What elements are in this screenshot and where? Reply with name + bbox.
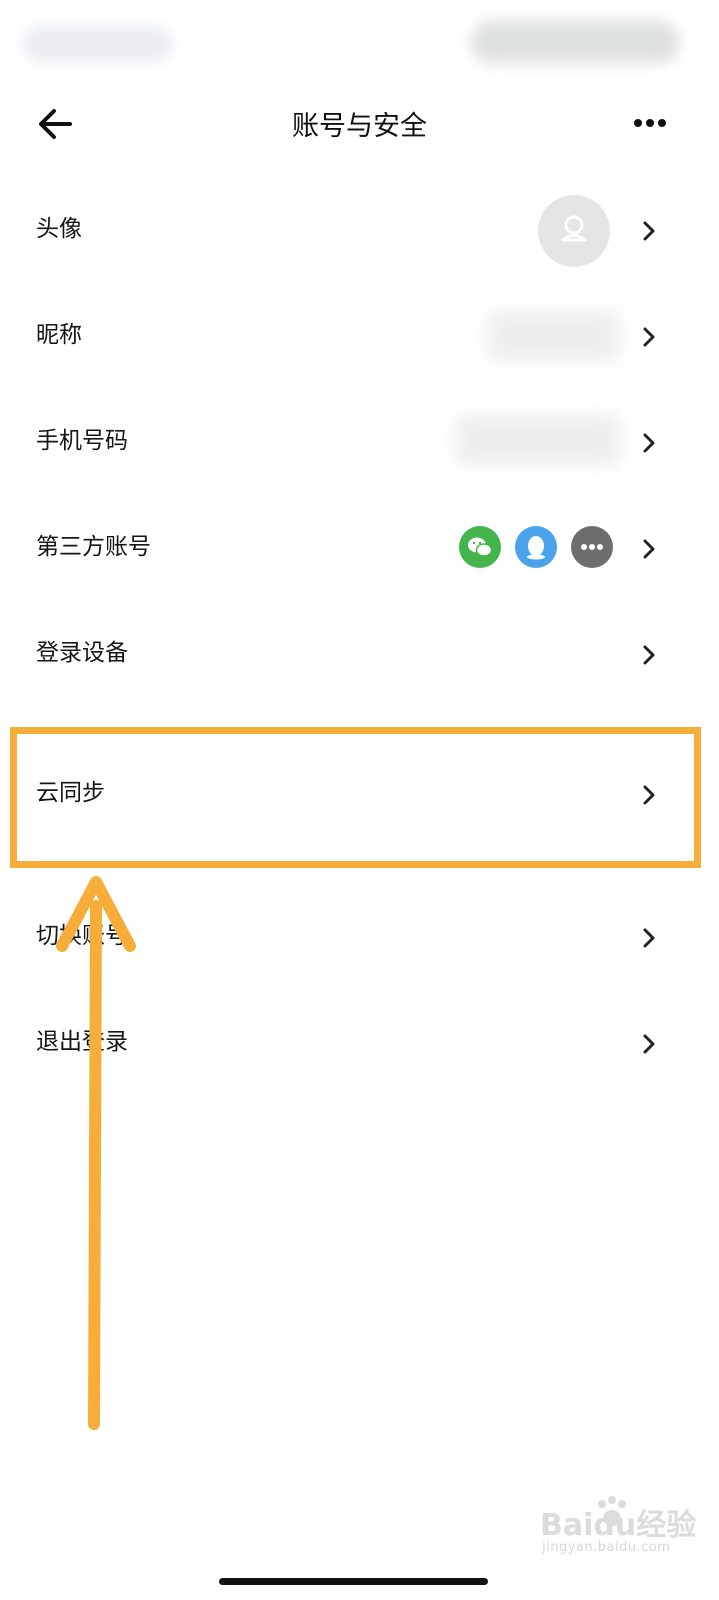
chevron-right-icon	[638, 428, 660, 458]
chevron-right-icon	[638, 322, 660, 352]
qq-icon	[515, 526, 557, 568]
wechat-icon	[459, 526, 501, 568]
row-label: 手机号码	[36, 428, 128, 454]
row-label: 第三方账号	[36, 534, 151, 560]
nickname-value-blurred	[488, 310, 620, 362]
user-placeholder-icon	[561, 215, 587, 242]
chevron-right-icon	[638, 216, 660, 246]
status-bar-left-blurred	[22, 26, 172, 62]
page-title: 账号与安全	[292, 111, 427, 142]
chevron-right-icon	[638, 923, 660, 953]
row-label: 头像	[36, 216, 82, 242]
watermark-url: jingyan.baidu.com	[542, 1540, 671, 1555]
nav-bar: 账号与安全	[0, 80, 719, 166]
watermark-text: Baidu经验	[540, 1508, 697, 1543]
chevron-right-icon	[638, 640, 660, 670]
more-button[interactable]	[626, 106, 676, 140]
row-avatar[interactable]: 头像	[0, 176, 719, 282]
chevron-right-icon	[638, 1029, 660, 1059]
highlight-box	[10, 727, 701, 868]
home-indicator	[219, 1578, 488, 1585]
phone-value-blurred	[455, 414, 621, 466]
chevron-right-icon	[638, 534, 660, 564]
status-bar	[0, 0, 719, 80]
baidu-watermark: Baidu经验 jingyan.baidu.com	[540, 1494, 710, 1564]
status-bar-right-blurred	[470, 20, 680, 64]
row-label: 登录设备	[36, 640, 128, 666]
row-label: 昵称	[36, 322, 82, 348]
row-login-devices[interactable]: 登录设备	[0, 600, 719, 706]
avatar[interactable]	[538, 195, 610, 267]
more-horizontal-icon	[634, 119, 666, 127]
more-icon	[571, 526, 613, 568]
annotation-arrow-up	[50, 876, 150, 1436]
